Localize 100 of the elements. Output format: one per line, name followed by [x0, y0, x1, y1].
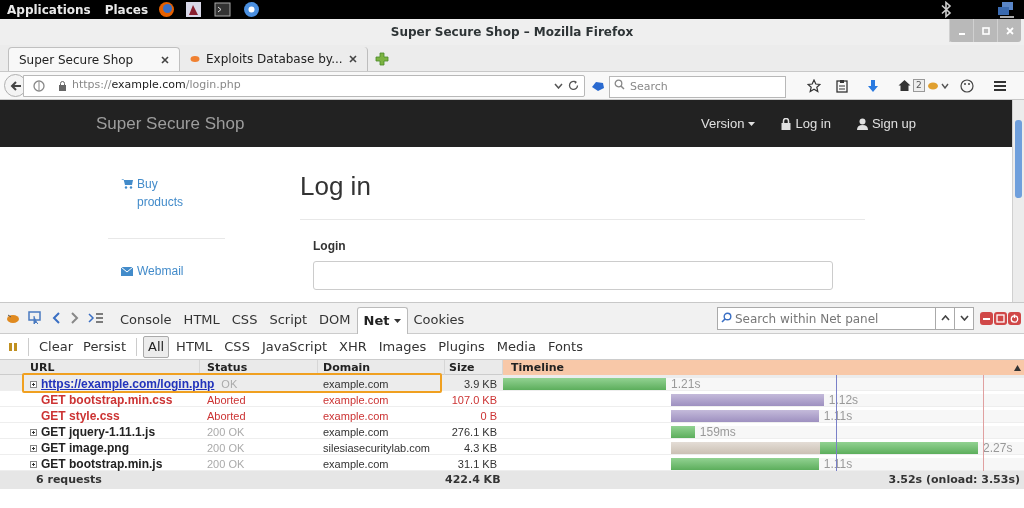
panel-tab[interactable]: Cookies	[407, 307, 471, 333]
chevron-up-icon[interactable]	[940, 315, 950, 321]
request-name: GET style.css	[41, 408, 120, 425]
power-icon[interactable]	[1008, 311, 1021, 325]
nav-link[interactable]: Log in	[781, 113, 831, 134]
size-text: 276.1 KB	[450, 424, 498, 440]
clipboard-icon[interactable]	[836, 78, 848, 93]
size-text: 3.9 KB	[462, 376, 498, 392]
browser-icon[interactable]	[243, 1, 261, 18]
counter-badge[interactable]: 2	[913, 79, 925, 92]
tab-label[interactable]: Super Secure Shop	[19, 50, 155, 69]
filter-button[interactable]: Fonts	[542, 335, 588, 358]
site-brand[interactable]: Super Secure Shop	[96, 110, 245, 137]
home-icon[interactable]	[898, 79, 911, 92]
minimize-icon[interactable]	[980, 311, 993, 325]
shield-icon[interactable]	[33, 79, 45, 92]
status-text: Aborted	[206, 408, 246, 424]
panel-tab[interactable]: HTML	[177, 307, 226, 333]
expand-icon[interactable]	[30, 444, 37, 452]
expand-icon[interactable]	[30, 428, 37, 436]
request-row[interactable]: GET jquery-1.11.1.js 200 OK example.com 276.1 KB 159ms	[0, 423, 1024, 439]
domain-text: example.com	[322, 392, 390, 408]
bluetooth-icon[interactable]	[940, 1, 952, 18]
network-icon[interactable]	[996, 1, 1016, 18]
total-size: 422.4 KB	[445, 471, 502, 488]
download-icon[interactable]	[867, 78, 879, 93]
expand-icon[interactable]	[30, 380, 37, 388]
nav-link[interactable]: Sign up	[856, 113, 916, 134]
expand-icon[interactable]	[30, 460, 37, 468]
search-field[interactable]: Search within Net panel	[717, 307, 936, 331]
pause-icon[interactable]	[8, 341, 18, 352]
menu-icon[interactable]	[992, 79, 1007, 92]
filter-button[interactable]: Media	[491, 335, 541, 358]
sidebar-link[interactable]: Buy products	[108, 175, 198, 238]
field-label: Login	[313, 238, 347, 255]
panel-tab[interactable]: Net	[356, 307, 408, 334]
panel-tab[interactable]: DOM	[313, 307, 357, 333]
chevron-down-icon[interactable]	[554, 82, 563, 89]
request-row[interactable]: GET image.png 200 OK silesiasecuritylab.com 4.3 KB 2.27s	[0, 439, 1024, 455]
panel-tab[interactable]: Script	[263, 307, 314, 333]
previous-button[interactable]	[936, 306, 955, 330]
chevron-down-icon[interactable]	[959, 315, 969, 321]
tab-label[interactable]: Exploits Database by...	[206, 50, 343, 68]
url-text: https://example.com/login.php	[72, 77, 242, 94]
bookmark-star-icon[interactable]	[807, 78, 821, 93]
terminal-icon[interactable]	[214, 1, 232, 18]
sidebar-link[interactable]: Webmail	[108, 238, 225, 280]
command-line-icon[interactable]	[88, 312, 104, 324]
column-header[interactable]: Timeline	[503, 360, 1024, 377]
size-text: 0 B	[479, 408, 498, 424]
reload-icon[interactable]	[568, 80, 579, 91]
menu-item[interactable]: Applications	[7, 3, 91, 16]
browser-tab[interactable]: Super Secure Shop	[8, 47, 180, 71]
request-link[interactable]: https://example.com/login.php	[41, 375, 215, 393]
chevron-down-icon[interactable]	[940, 82, 949, 89]
next-button[interactable]	[955, 306, 974, 330]
size-text: 4.3 KB	[462, 440, 498, 456]
filter-button[interactable]: JavaScript	[256, 335, 333, 358]
panel-tab[interactable]: CSS	[225, 307, 264, 333]
toolbar-button[interactable]: Clear	[35, 336, 77, 357]
filter-button[interactable]: Plugins	[433, 335, 490, 358]
browser-tab[interactable]: Exploits Database by...	[180, 47, 368, 71]
firefox-icon[interactable]	[158, 1, 176, 18]
domain-text: silesiasecuritylab.com	[322, 440, 431, 456]
search-field[interactable]: Search	[609, 75, 786, 98]
domain-text: example.com	[322, 376, 390, 392]
filter-button[interactable]: HTML	[171, 335, 218, 358]
filter-button[interactable]: XHR	[334, 335, 372, 358]
filter-button[interactable]: All	[143, 335, 170, 358]
detach-icon[interactable]	[994, 311, 1007, 325]
app-icon[interactable]	[185, 1, 203, 18]
user-icon	[856, 117, 868, 130]
status-text: 200 OK	[206, 424, 245, 440]
close-icon[interactable]	[348, 55, 357, 63]
filter-button[interactable]: Images	[373, 335, 432, 358]
filter-button[interactable]: CSS	[219, 335, 255, 358]
forward-icon[interactable]	[71, 312, 79, 324]
back-arrow-icon[interactable]	[9, 80, 22, 91]
request-name: GET image.png	[41, 440, 129, 457]
panel-tab[interactable]: Console	[114, 307, 178, 333]
request-name: GET jquery-1.11.1.js	[41, 424, 156, 441]
scrollbar-thumb[interactable]	[1015, 120, 1022, 198]
login-input-field[interactable]	[313, 261, 833, 290]
duration-text: 159ms	[699, 424, 736, 440]
duration-text: 2.27s	[983, 440, 1013, 456]
address-bar[interactable]: https://example.com/login.php	[23, 74, 585, 97]
sort-arrow-icon	[1014, 365, 1021, 372]
back-icon[interactable]	[52, 312, 60, 324]
menu-item[interactable]: Places	[104, 3, 149, 16]
request-name: GET bootstrap.min.js	[41, 456, 163, 473]
window-title: Super Secure Shop – Mozilla Firefox	[390, 24, 634, 41]
domain-text: example.com	[322, 408, 390, 424]
close-icon[interactable]	[161, 55, 169, 64]
nav-link[interactable]: Version	[701, 113, 756, 134]
inspect-icon[interactable]	[28, 311, 42, 325]
cart-icon	[121, 178, 133, 189]
request-row[interactable]: https://example.com/login.php OK example.com 3.9 KB 1.21s	[0, 375, 1024, 391]
new-tab-plus-icon[interactable]	[374, 52, 389, 66]
toolbar-button[interactable]: Persist	[79, 336, 130, 357]
status-text: 200 OK	[206, 440, 245, 456]
